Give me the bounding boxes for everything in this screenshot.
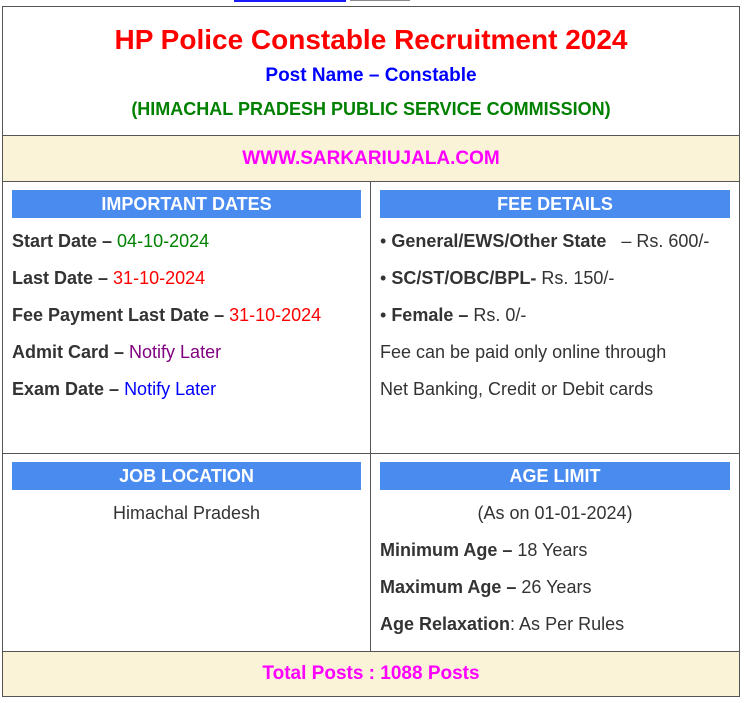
job-location-cell: JOB LOCATION Himachal Pradesh <box>2 453 371 652</box>
job-location-value: Himachal Pradesh <box>112 503 261 523</box>
fee-general: • General/EWS/Other State – Rs. 600/- <box>380 231 710 251</box>
bullet-icon: • <box>380 268 392 288</box>
fee-note-line-1: Fee can be paid only online through <box>380 342 667 362</box>
top-text-fragment <box>350 0 410 1</box>
maximum-age: Maximum Age – 26 Years <box>380 577 592 597</box>
fee-note-line-2: Net Banking, Credit or Debit cards <box>380 379 654 399</box>
top-link-fragment <box>234 0 346 2</box>
recruitment-table: HP Police Constable Recruitment 2024 Pos… <box>2 6 740 697</box>
age-limit-cell: AGE LIMIT (As on 01-01-2024) Minimum Age… <box>370 453 740 652</box>
website-cell: WWW.SARKARIUJALA.COM <box>2 135 740 182</box>
exam-date: Exam Date – Notify Later <box>12 379 217 399</box>
age-relaxation: Age Relaxation: As Per Rules <box>380 614 625 634</box>
header-cell: HP Police Constable Recruitment 2024 Pos… <box>2 6 740 136</box>
total-posts-cell: Total Posts : 1088 Posts <box>2 651 740 697</box>
admit-card-date: Admit Card – Notify Later <box>12 342 222 362</box>
website-link[interactable]: WWW.SARKARIUJALA.COM <box>242 148 500 169</box>
fee-payment-last-date: Fee Payment Last Date – 31-10-2024 <box>12 305 322 325</box>
important-dates-cell: IMPORTANT DATES Start Date – 04-10-2024 … <box>2 181 371 454</box>
total-posts: Total Posts : 1088 Posts <box>262 663 480 684</box>
bullet-icon: • <box>380 231 392 251</box>
last-date: Last Date – 31-10-2024 <box>12 268 206 288</box>
fee-details-heading: FEE DETAILS <box>380 190 730 218</box>
important-dates-heading: IMPORTANT DATES <box>12 190 361 218</box>
start-date: Start Date – 04-10-2024 <box>12 231 210 251</box>
job-location-heading: JOB LOCATION <box>12 462 361 490</box>
page-title: HP Police Constable Recruitment 2024 <box>114 24 628 55</box>
fee-reserved: • SC/ST/OBC/BPL- Rs. 150/- <box>380 268 615 288</box>
commission-name: (HIMACHAL PRADESH PUBLIC SERVICE COMMISS… <box>131 99 611 119</box>
fee-details-cell: FEE DETAILS • General/EWS/Other State – … <box>370 181 740 454</box>
minimum-age: Minimum Age – 18 Years <box>380 540 588 560</box>
fee-female: • Female – Rs. 0/- <box>380 305 527 325</box>
bullet-icon: • <box>380 305 392 325</box>
age-limit-heading: AGE LIMIT <box>380 462 730 490</box>
age-as-on: (As on 01-01-2024) <box>477 503 633 523</box>
post-name: Post Name – Constable <box>265 65 477 86</box>
